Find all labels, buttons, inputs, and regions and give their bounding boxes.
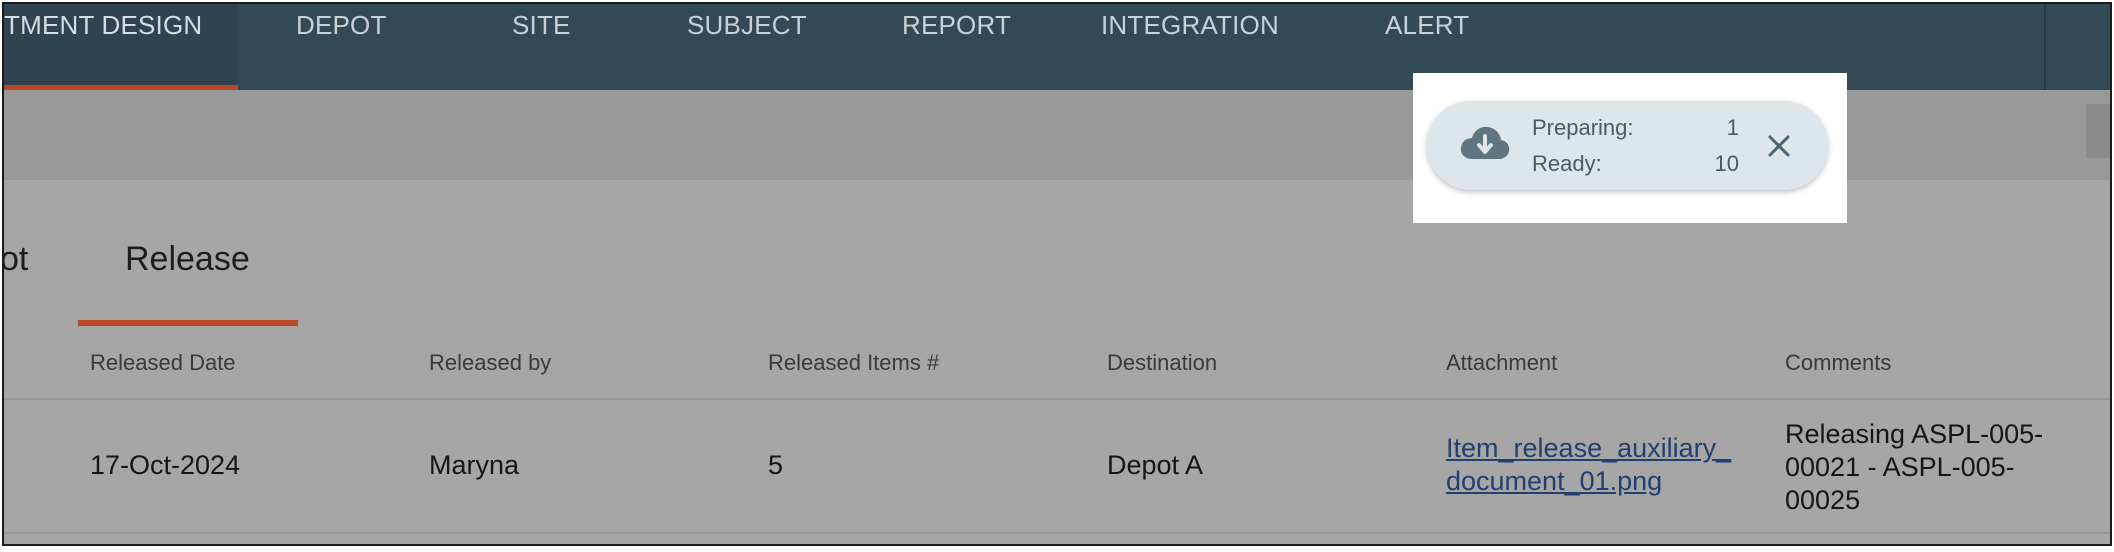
- app-window: TMENT DESIGN DEPOT SITE SUBJECT REPORT I…: [2, 2, 2112, 546]
- cloud-download-icon: [1460, 126, 1510, 159]
- attachment-link[interactable]: Item_release_auxiliary_ document_01.png: [1446, 432, 1746, 498]
- download-status-popup: Preparing: 1 Ready: 10: [1427, 101, 1828, 190]
- cell-destination: Depot A: [1107, 450, 1204, 480]
- preparing-label: Preparing:: [1532, 115, 1634, 140]
- cell-released-date: 17-Oct-2024: [90, 450, 241, 480]
- column-header-released-items[interactable]: Released Items #: [768, 350, 939, 376]
- close-icon[interactable]: [1764, 131, 1794, 161]
- tab-release[interactable]: Release: [125, 240, 250, 279]
- nav-item-site[interactable]: SITE: [512, 4, 571, 90]
- tab-depot-partial[interactable]: ot: [4, 240, 28, 279]
- preparing-count: 1: [1726, 115, 1739, 140]
- nav-item-integration[interactable]: INTEGRATION: [1101, 4, 1279, 90]
- table-header: Released Date Released by Released Items…: [4, 326, 2110, 400]
- nav-item-subject[interactable]: SUBJECT: [687, 4, 807, 90]
- nav-item-report[interactable]: REPORT: [902, 4, 1011, 90]
- nav-item-depot[interactable]: DEPOT: [296, 4, 387, 90]
- side-panel-handle[interactable]: [2086, 104, 2110, 158]
- column-header-released-date[interactable]: Released Date: [90, 350, 236, 376]
- column-header-attachment[interactable]: Attachment: [1446, 350, 1557, 376]
- ready-count: 10: [1714, 151, 1739, 176]
- nav-overflow-edge: [2044, 4, 2110, 90]
- column-header-released-by[interactable]: Released by: [429, 350, 551, 376]
- column-header-destination[interactable]: Destination: [1107, 350, 1217, 376]
- cell-comments: Releasing ASPL-005- 00021 - ASPL-005- 00…: [1785, 419, 2044, 515]
- cell-released-by: Maryna: [429, 450, 520, 480]
- nav-item-equipment-design[interactable]: TMENT DESIGN: [4, 4, 238, 90]
- ready-label: Ready:: [1532, 151, 1602, 176]
- cell-released-items: 5: [768, 450, 784, 480]
- column-header-comments[interactable]: Comments: [1785, 350, 1891, 376]
- table-row[interactable]: 17-Oct-2024 Maryna 5 Depot A Item_releas…: [4, 400, 2110, 534]
